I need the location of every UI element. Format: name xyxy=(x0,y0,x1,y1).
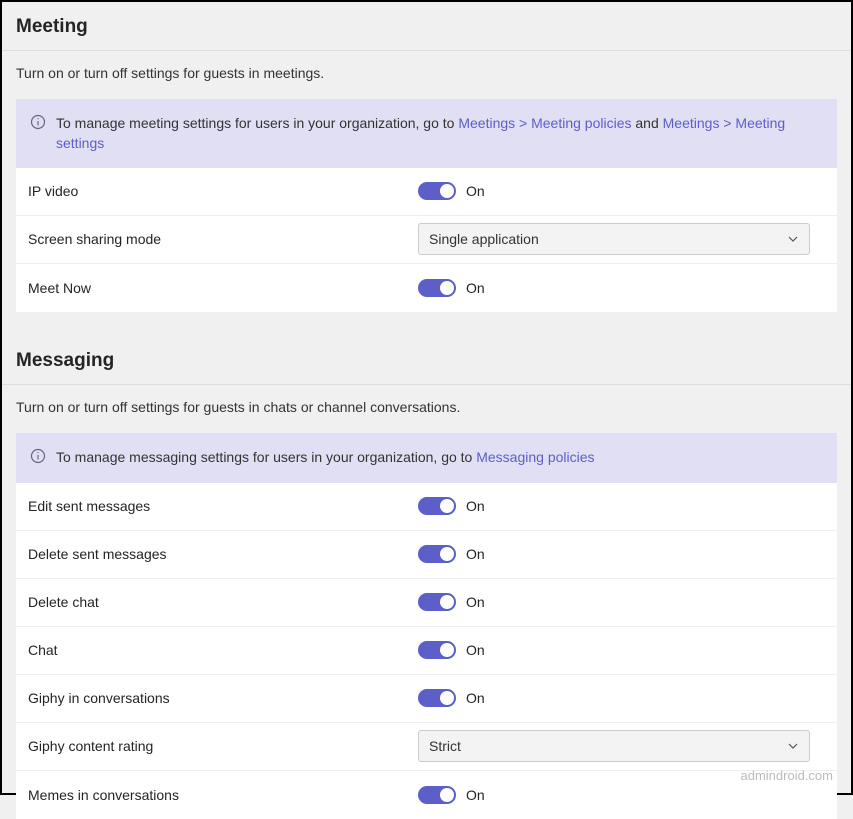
meet-now-toggle[interactable] xyxy=(418,279,456,297)
meeting-banner-text: To manage meeting settings for users in … xyxy=(56,113,823,154)
delete-chat-toggle[interactable] xyxy=(418,593,456,611)
meeting-settings-card: IP video On Screen sharing mode Single a… xyxy=(16,168,837,312)
chat-label: Chat xyxy=(28,642,418,658)
chevron-down-icon xyxy=(787,233,799,245)
delete-sent-toggle[interactable] xyxy=(418,545,456,563)
messaging-info-banner: To manage messaging settings for users i… xyxy=(16,433,837,483)
screen-sharing-row: Screen sharing mode Single application xyxy=(16,216,837,264)
chat-toggle[interactable] xyxy=(418,641,456,659)
meeting-section-desc: Turn on or turn off settings for guests … xyxy=(2,51,851,99)
ip-video-state: On xyxy=(466,183,485,199)
ip-video-toggle[interactable] xyxy=(418,182,456,200)
delete-sent-label: Delete sent messages xyxy=(28,546,418,562)
meeting-info-banner: To manage meeting settings for users in … xyxy=(16,99,837,168)
info-icon xyxy=(30,114,46,135)
edit-sent-label: Edit sent messages xyxy=(28,498,418,514)
giphy-rating-value: Strict xyxy=(429,738,461,754)
messaging-settings-card: Edit sent messages On Delete sent messag… xyxy=(16,483,837,819)
giphy-rating-select[interactable]: Strict xyxy=(418,730,810,762)
meet-now-state: On xyxy=(466,280,485,296)
giphy-toggle[interactable] xyxy=(418,689,456,707)
chevron-down-icon xyxy=(787,740,799,752)
screen-sharing-label: Screen sharing mode xyxy=(28,231,418,247)
edit-sent-state: On xyxy=(466,498,485,514)
meet-now-row: Meet Now On xyxy=(16,264,837,312)
screen-sharing-select[interactable]: Single application xyxy=(418,223,810,255)
delete-chat-row: Delete chat On xyxy=(16,579,837,627)
banner-conj: and xyxy=(632,115,663,131)
screen-sharing-value: Single application xyxy=(429,231,539,247)
giphy-label: Giphy in conversations xyxy=(28,690,418,706)
meeting-section-title: Meeting xyxy=(2,16,851,50)
messaging-banner-text: To manage messaging settings for users i… xyxy=(56,447,595,467)
meeting-policies-link[interactable]: Meetings > Meeting policies xyxy=(458,115,631,131)
delete-chat-label: Delete chat xyxy=(28,594,418,610)
banner-prefix: To manage messaging settings for users i… xyxy=(56,449,476,465)
giphy-state: On xyxy=(466,690,485,706)
edit-sent-toggle[interactable] xyxy=(418,497,456,515)
messaging-section-title: Messaging xyxy=(2,350,851,384)
giphy-row: Giphy in conversations On xyxy=(16,675,837,723)
giphy-rating-row: Giphy content rating Strict xyxy=(16,723,837,771)
meet-now-label: Meet Now xyxy=(28,280,418,296)
edit-sent-row: Edit sent messages On xyxy=(16,483,837,531)
delete-sent-state: On xyxy=(466,546,485,562)
banner-prefix: To manage meeting settings for users in … xyxy=(56,115,458,131)
ip-video-row: IP video On xyxy=(16,168,837,216)
info-icon xyxy=(30,448,46,469)
chat-state: On xyxy=(466,642,485,658)
delete-chat-state: On xyxy=(466,594,485,610)
ip-video-label: IP video xyxy=(28,183,418,199)
delete-sent-row: Delete sent messages On xyxy=(16,531,837,579)
chat-row: Chat On xyxy=(16,627,837,675)
messaging-section-desc: Turn on or turn off settings for guests … xyxy=(2,385,851,433)
watermark: admindroid.com xyxy=(741,768,834,783)
giphy-rating-label: Giphy content rating xyxy=(28,738,418,754)
messaging-policies-link[interactable]: Messaging policies xyxy=(476,449,594,465)
